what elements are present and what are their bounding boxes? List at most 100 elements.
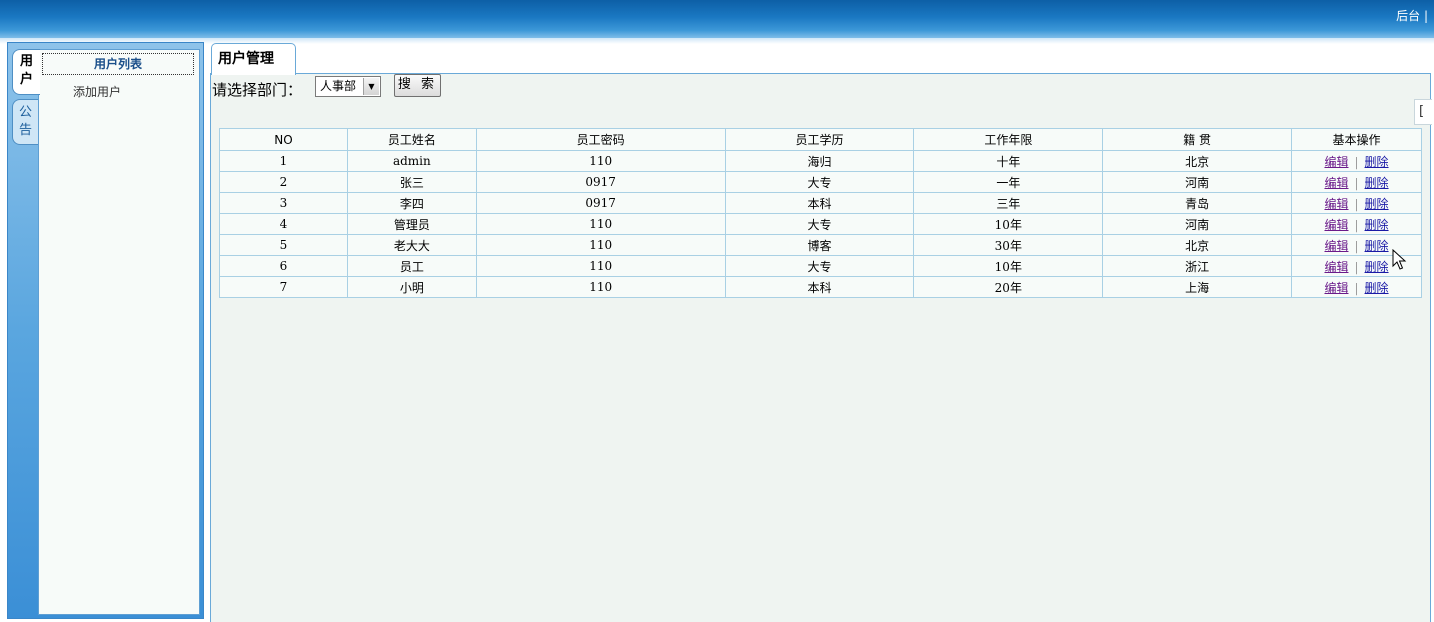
table-row: 6 员工 110 大专 10年 浙江 编辑 | 删除: [219, 255, 1422, 277]
row-hometown: 北京: [1102, 150, 1293, 172]
row-password: 0917: [475, 171, 726, 193]
department-select[interactable]: 人事部 ▼: [315, 76, 381, 97]
edit-link[interactable]: 编辑: [1324, 176, 1348, 190]
row-hometown: 浙江: [1102, 255, 1293, 277]
row-no: 3: [219, 192, 348, 214]
row-no: 1: [219, 150, 348, 172]
row-education: 大专: [724, 171, 915, 193]
row-name: admin: [346, 150, 477, 172]
delete-link[interactable]: 删除: [1365, 239, 1389, 253]
sidebar-menu: 用户列表 添加用户: [38, 49, 200, 615]
sidebar-tab-char: 用: [19, 54, 33, 69]
backend-link[interactable]: 后台 |: [1396, 7, 1428, 24]
row-hometown: 青岛: [1102, 192, 1293, 214]
top-header-bar: 后台 |: [0, 0, 1434, 38]
action-separator: |: [1354, 154, 1359, 169]
delete-link[interactable]: 删除: [1365, 155, 1389, 169]
row-education: 大专: [724, 255, 915, 277]
row-hometown: 河南: [1102, 213, 1293, 235]
chevron-down-icon[interactable]: ▼: [363, 78, 379, 95]
row-name: 员工: [346, 255, 477, 277]
row-actions: 编辑 | 删除: [1291, 213, 1422, 235]
department-label: 请选择部门：: [212, 81, 303, 99]
row-password: 110: [475, 213, 726, 235]
edit-link[interactable]: 编辑: [1324, 155, 1348, 169]
column-header-education: 员工学历: [724, 128, 915, 151]
action-separator: |: [1354, 196, 1359, 211]
table-row: 2 张三 0917 大专 一年 河南 编辑 | 删除: [219, 171, 1422, 193]
table-row: 7 小明 110 本科 20年 上海 编辑 | 删除: [219, 276, 1422, 298]
row-years: 10年: [913, 213, 1104, 235]
sidebar-tab-char: 告: [18, 123, 32, 138]
row-education: 大专: [724, 213, 915, 235]
action-separator: |: [1354, 217, 1359, 232]
row-password: 110: [475, 276, 726, 298]
row-education: 本科: [724, 192, 915, 214]
table-row: 4 管理员 110 大专 10年 河南 编辑 | 删除: [219, 213, 1422, 235]
sidebar-item-add-user[interactable]: 添加用户: [73, 83, 121, 100]
table-row: 3 李四 0917 本科 三年 青岛 编辑 | 删除: [219, 192, 1422, 214]
department-select-value: 人事部: [320, 79, 357, 93]
table-row: 5 老大大 110 博客 30年 北京 编辑 | 删除: [219, 234, 1422, 256]
edit-link[interactable]: 编辑: [1324, 281, 1348, 295]
row-password: 110: [475, 234, 726, 256]
row-name: 张三: [346, 171, 477, 193]
search-button[interactable]: 搜 索: [394, 74, 441, 97]
action-separator: |: [1354, 175, 1359, 190]
row-password: 110: [475, 150, 726, 172]
delete-link[interactable]: 删除: [1365, 197, 1389, 211]
row-education: 本科: [724, 276, 915, 298]
row-years: 三年: [913, 192, 1104, 214]
sidebar-tab-notices[interactable]: 公 告: [12, 99, 38, 145]
row-name: 老大大: [346, 234, 477, 256]
edit-link[interactable]: 编辑: [1324, 197, 1348, 211]
sidebar-tab-users[interactable]: 用 户: [12, 49, 40, 95]
row-no: 6: [219, 255, 348, 277]
table-row: 1 admin 110 海归 十年 北京 编辑 | 删除: [219, 150, 1422, 172]
row-no: 2: [219, 171, 348, 193]
column-header-no: NO: [219, 128, 348, 151]
action-separator: |: [1354, 280, 1359, 295]
edit-link[interactable]: 编辑: [1324, 218, 1348, 232]
delete-link[interactable]: 删除: [1365, 176, 1389, 190]
delete-link[interactable]: 删除: [1365, 218, 1389, 232]
row-no: 5: [219, 234, 348, 256]
delete-link[interactable]: 删除: [1365, 260, 1389, 274]
table-body: 1 admin 110 海归 十年 北京 编辑 | 删除 2 张三 0917 大专 一年 河南 编辑 | 删除 3 李…: [219, 150, 1422, 298]
left-sidebar: 用 户 公 告 用户列表 添加用户: [7, 42, 204, 619]
row-name: 小明: [346, 276, 477, 298]
column-header-password: 员工密码: [475, 128, 726, 151]
sidebar-item-user-list[interactable]: 用户列表: [42, 53, 194, 75]
row-years: 一年: [913, 171, 1104, 193]
row-years: 30年: [913, 234, 1104, 256]
column-header-hometown: 籍 贯: [1102, 128, 1293, 151]
row-years: 十年: [913, 150, 1104, 172]
row-name: 管理员: [346, 213, 477, 235]
sidebar-tab-char: 公: [18, 105, 32, 120]
row-password: 0917: [475, 192, 726, 214]
row-name: 李四: [346, 192, 477, 214]
column-header-actions: 基本操作: [1291, 128, 1422, 151]
row-years: 20年: [913, 276, 1104, 298]
row-no: 4: [219, 213, 348, 235]
action-separator: |: [1354, 259, 1359, 274]
row-education: 博客: [724, 234, 915, 256]
user-table: NO 员工姓名 员工密码 员工学历 工作年限 籍 贯 基本操作 1 admin 11…: [219, 128, 1422, 298]
row-actions: 编辑 | 删除: [1291, 192, 1422, 214]
row-hometown: 河南: [1102, 171, 1293, 193]
tab-user-management[interactable]: 用户管理: [211, 43, 296, 75]
sidebar-tab-char: 户: [19, 72, 33, 87]
delete-link[interactable]: 删除: [1365, 281, 1389, 295]
row-hometown: 北京: [1102, 234, 1293, 256]
edit-link[interactable]: 编辑: [1324, 260, 1348, 274]
edit-link[interactable]: 编辑: [1324, 239, 1348, 253]
row-education: 海归: [724, 150, 915, 172]
row-password: 110: [475, 255, 726, 277]
column-header-name: 员工姓名: [346, 128, 477, 151]
column-header-years: 工作年限: [913, 128, 1104, 151]
row-actions: 编辑 | 删除: [1291, 150, 1422, 172]
mouse-cursor-icon: [1392, 249, 1407, 270]
row-actions: 编辑 | 删除: [1291, 171, 1422, 193]
row-no: 7: [219, 276, 348, 298]
table-header-row: NO 员工姓名 员工密码 员工学历 工作年限 籍 贯 基本操作: [219, 128, 1422, 151]
